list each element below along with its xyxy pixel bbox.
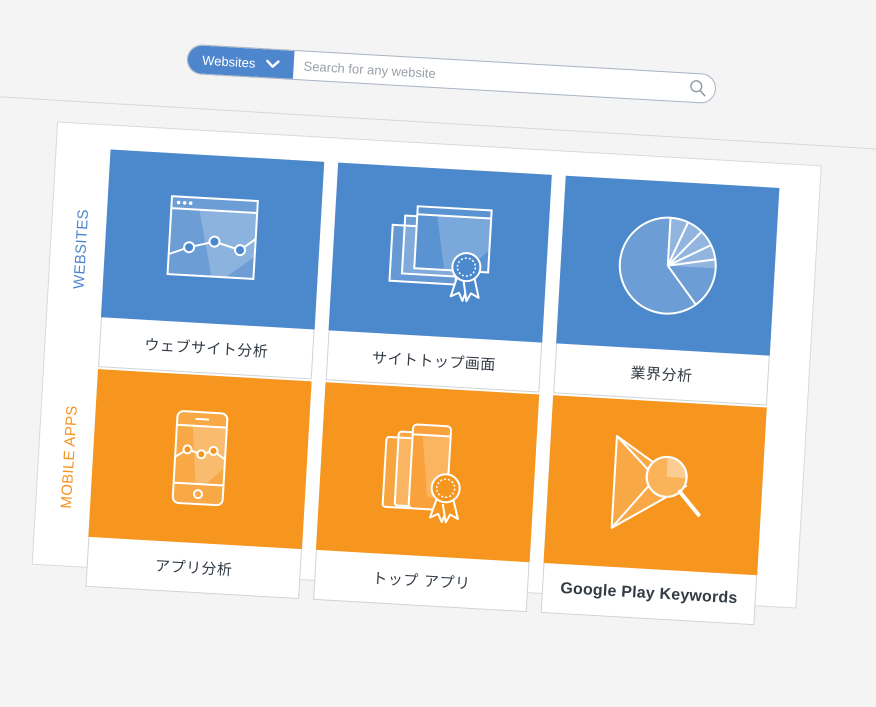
top-sites-award-icon — [388, 205, 493, 303]
pie-chart-icon — [618, 216, 717, 315]
websites-section-label: WEBSITES — [70, 208, 93, 290]
app-analytics-icon — [171, 410, 229, 507]
card-app-analysis-art — [88, 369, 312, 550]
search-icon — [690, 80, 706, 97]
feature-panel: WEBSITES MOBILE APPS ウェブサイト分析 サイトトップ画面 業… — [31, 121, 822, 626]
chevron-down-icon — [265, 59, 280, 68]
mobile-apps-section-label: MOBILE APPS — [57, 404, 81, 510]
play-keyword-search-icon — [610, 435, 701, 529]
search-button[interactable] — [680, 73, 716, 103]
card-top-apps-art — [315, 382, 540, 563]
card-google-play-keywords-art — [543, 395, 767, 576]
website-analytics-icon — [166, 195, 259, 280]
scene: Websites WEBSITES MOBILE APPS — [0, 0, 874, 707]
card-industry-analysis[interactable]: 業界分析 — [553, 175, 780, 406]
search-input[interactable] — [292, 50, 682, 102]
card-industry-analysis-art — [556, 175, 780, 356]
card-website-analysis[interactable]: ウェブサイト分析 — [98, 149, 325, 380]
card-top-sites-art — [328, 162, 552, 343]
category-dropdown[interactable]: Websites — [187, 44, 295, 79]
card-google-play-keywords[interactable]: Google Play Keywords — [540, 395, 767, 626]
card-top-apps[interactable]: トップ アプリ — [313, 382, 540, 613]
top-apps-award-icon — [381, 423, 461, 524]
card-app-analysis[interactable]: アプリ分析 — [85, 369, 312, 600]
card-top-sites[interactable]: サイトトップ画面 — [325, 162, 552, 393]
category-dropdown-label: Websites — [201, 52, 256, 71]
search-bar: Websites — [186, 43, 717, 105]
card-website-analysis-art — [100, 149, 325, 330]
